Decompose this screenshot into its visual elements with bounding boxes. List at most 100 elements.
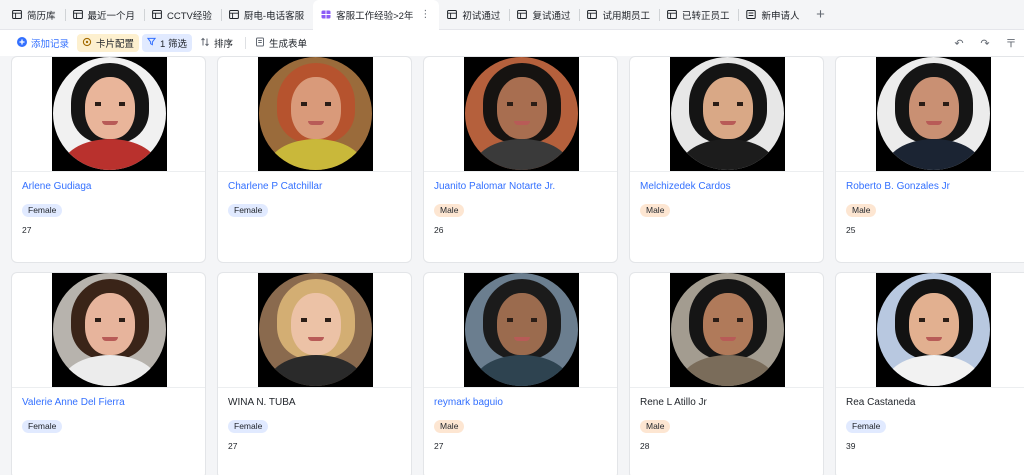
card-age: 27: [434, 441, 444, 451]
undo-icon[interactable]: ↶: [946, 37, 972, 50]
profile-photo: [670, 273, 785, 387]
gender-badge: Female: [846, 420, 887, 433]
card-divider: [12, 171, 205, 172]
card-divider: [836, 171, 1024, 172]
record-card[interactable]: Juanito Palomar Notarte Jr. Male 26: [423, 56, 618, 263]
add-view-icon[interactable]: +: [809, 0, 833, 30]
form-icon: [255, 37, 265, 50]
record-card[interactable]: reymark baguio Male 27: [423, 272, 618, 475]
view-tab[interactable]: 已转正员工: [658, 0, 739, 30]
card-divider: [218, 387, 411, 388]
form-icon: [746, 10, 757, 19]
settings-icon: [82, 37, 92, 50]
view-tab[interactable]: 初试通过: [439, 0, 509, 30]
table-icon: [12, 10, 22, 19]
gender-badge: Female: [228, 420, 269, 433]
gender-badge: Female: [22, 420, 63, 433]
card-age: 27: [228, 441, 238, 451]
gender-badge: Male: [640, 204, 671, 217]
card-divider: [630, 171, 823, 172]
more-actions-icon[interactable]: 〒: [998, 35, 1024, 51]
card-age: 39: [846, 441, 856, 451]
plus-circle-icon: [17, 36, 27, 50]
filter-label: 1 筛选: [160, 39, 187, 50]
record-card[interactable]: Arlene Gudiaga Female 27: [11, 56, 206, 263]
card-name[interactable]: Rea Castaneda: [846, 397, 916, 408]
view-tab-label: CCTV经验: [167, 10, 212, 22]
view-tab[interactable]: 新申请人: [738, 0, 808, 30]
card-divider: [836, 387, 1024, 388]
card-name[interactable]: Melchizedek Cardos: [640, 181, 731, 192]
generate-form-label: 生成表单: [268, 39, 307, 50]
gender-badge: Male: [846, 204, 877, 217]
profile-photo: [52, 57, 167, 171]
table-icon: [517, 10, 528, 19]
table-icon: [587, 10, 598, 19]
view-tab-label: 新申请人: [761, 10, 800, 22]
record-card[interactable]: Rene L Atillo Jr Male 28: [629, 272, 824, 475]
gender-badge: Female: [228, 204, 269, 217]
gallery-icon: [321, 10, 331, 19]
table-icon: [229, 10, 239, 19]
card-name[interactable]: Valerie Anne Del Fierra: [22, 397, 125, 408]
filter-button[interactable]: 1 筛选: [142, 34, 192, 52]
view-tab[interactable]: 简历库: [4, 0, 65, 30]
record-card[interactable]: Roberto B. Gonzales Jr Male 25: [835, 56, 1024, 263]
card-name[interactable]: Rene L Atillo Jr: [640, 397, 707, 408]
record-card[interactable]: Charlene P Catchillar Female: [217, 56, 412, 263]
profile-photo: [464, 273, 579, 387]
gender-badge: Male: [434, 204, 465, 217]
generate-form-button[interactable]: 生成表单: [250, 34, 312, 52]
card-divider: [424, 387, 617, 388]
profile-photo: [464, 57, 579, 171]
view-tab-label: 已转正员工: [681, 10, 730, 22]
profile-photo: [52, 273, 167, 387]
card-name[interactable]: Arlene Gudiaga: [22, 181, 92, 192]
profile-photo: [258, 273, 373, 387]
profile-photo: [670, 57, 785, 171]
card-divider: [630, 387, 823, 388]
view-tab[interactable]: CCTV经验: [144, 0, 221, 30]
view-tab-label: 最近一个月: [87, 10, 136, 22]
card-age: 27: [22, 225, 32, 235]
sort-icon: [200, 37, 210, 50]
sort-label: 排序: [213, 39, 233, 50]
record-card[interactable]: WINA N. TUBA Female 27: [217, 272, 412, 475]
card-config-label: 卡片配置: [96, 39, 135, 50]
view-tab-label: 客服工作经验>2年: [336, 10, 414, 22]
view-tab[interactable]: 最近一个月: [64, 0, 145, 30]
add-record-button[interactable]: 添加记录: [12, 34, 74, 52]
gender-badge: Female: [22, 204, 63, 217]
view-tab-label: 厨电-电话客服: [243, 10, 305, 22]
filter-icon: [146, 37, 157, 49]
sort-button[interactable]: 排序: [195, 34, 238, 52]
tab-more-icon[interactable]: ⋮: [420, 9, 430, 20]
profile-photo: [258, 57, 373, 171]
table-icon: [152, 10, 162, 19]
card-age: 26: [434, 225, 444, 235]
card-divider: [218, 171, 411, 172]
add-record-label: 添加记录: [31, 39, 70, 50]
record-card[interactable]: Melchizedek Cardos Male: [629, 56, 824, 263]
card-divider: [12, 387, 205, 388]
view-tab[interactable]: 试用期员工: [579, 0, 659, 30]
card-name[interactable]: WINA N. TUBA: [228, 397, 296, 408]
profile-photo: [876, 273, 991, 387]
card-name[interactable]: Charlene P Catchillar: [228, 181, 322, 192]
table-icon: [667, 10, 677, 19]
card-name[interactable]: reymark baguio: [434, 397, 503, 408]
view-tab-bar: 简历库 最近一个月 CCTV经验 厨电-电话客服 客服工作经验>2年 ⋮ 初试通过 复试通过 试…: [0, 0, 1024, 30]
record-card[interactable]: Rea Castaneda Female 39: [835, 272, 1024, 475]
view-tab-label: 试用期员工: [602, 10, 650, 22]
card-name[interactable]: Roberto B. Gonzales Jr: [846, 181, 950, 192]
card-config-button[interactable]: 卡片配置: [77, 34, 140, 52]
view-tab-label: 简历库: [27, 10, 56, 22]
card-divider: [424, 171, 617, 172]
view-tab[interactable]: 客服工作经验>2年 ⋮: [313, 0, 440, 30]
card-name[interactable]: Juanito Palomar Notarte Jr.: [434, 181, 555, 192]
view-tab[interactable]: 厨电-电话客服: [220, 0, 313, 30]
redo-icon[interactable]: ↷: [972, 37, 998, 50]
record-card[interactable]: Valerie Anne Del Fierra Female: [11, 272, 206, 475]
view-tab[interactable]: 复试通过: [509, 0, 579, 30]
gallery-grid: Arlene Gudiaga Female 27 Charlene P Catchil…: [0, 56, 1024, 475]
